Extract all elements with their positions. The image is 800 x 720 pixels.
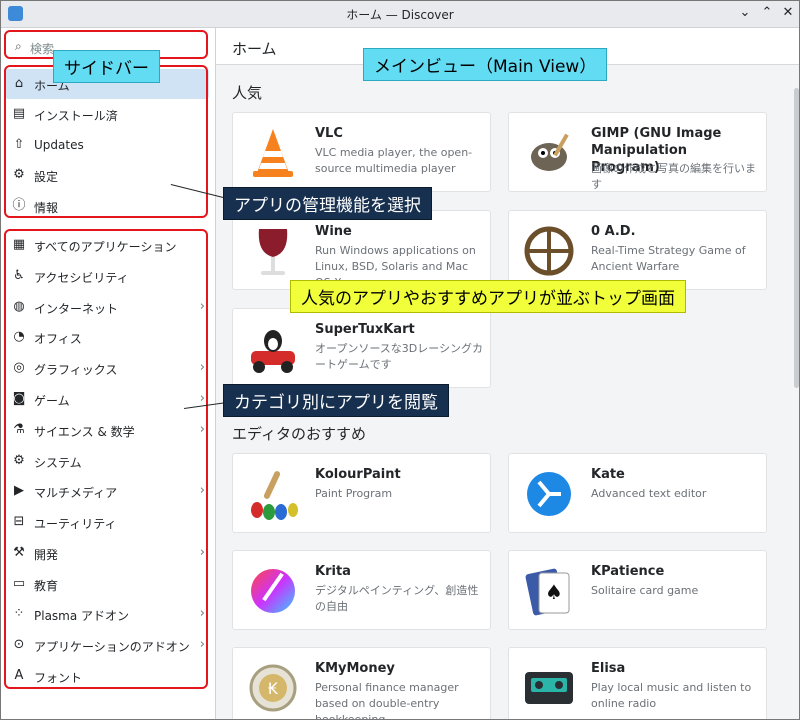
app-card[interactable]: SuperTuxKart オープンソースな3Dレーシングカートゲームです: [232, 308, 491, 388]
category-callout: カテゴリ別にアプリを閲覧: [223, 384, 449, 417]
kmymoney-icon: ₭: [245, 660, 301, 716]
app-description: 画像の作成と写真の編集を行います: [591, 162, 756, 191]
app-card[interactable]: Kate Advanced text editor: [508, 453, 767, 533]
app-description: Solitaire card game: [591, 584, 699, 597]
close-icon[interactable]: ✕: [779, 4, 797, 22]
page-title: ホーム: [232, 40, 277, 58]
app-name: 0 A.D.: [591, 224, 636, 239]
svg-text:₭: ₭: [268, 679, 279, 698]
krita-icon: [245, 563, 301, 619]
app-description: Real-Time Strategy Game of Ancient Warfa…: [591, 244, 746, 273]
app-name: Krita: [315, 564, 351, 579]
app-card[interactable]: Wine Run Windows applications on Linux, B…: [232, 210, 491, 290]
app-card[interactable]: ₭ KMyMoney Personal finance manager based …: [232, 647, 491, 720]
app-card[interactable]: Krita デジタルペインティング、創造性の自由: [232, 550, 491, 630]
app-name: KolourPaint: [315, 467, 401, 482]
app-description: デジタルペインティング、創造性の自由: [315, 584, 479, 613]
vlc-icon: [245, 125, 301, 181]
app-description: Advanced text editor: [591, 487, 707, 500]
app-description: VLC media player, the open-source multim…: [315, 146, 473, 175]
0ad-icon: [521, 223, 577, 279]
app-name: SuperTuxKart: [315, 322, 415, 337]
elisa-icon: [521, 660, 577, 716]
title-bar: ホーム — Discover ⌄ ⌃ ✕: [1, 1, 799, 28]
maximize-icon[interactable]: ⌃: [758, 4, 776, 22]
section-title-popular: 人気: [232, 84, 263, 102]
svg-text:♠: ♠: [545, 580, 563, 604]
discover-window: ホーム — Discover ⌄ ⌃ ✕ ⌕ 検索 ⌂ ホーム ▤ インストール済 ⇧ U…: [0, 0, 800, 720]
app-description: Paint Program: [315, 487, 393, 500]
main-view-callout: メインビュー（Main View）: [363, 48, 608, 81]
wine-icon: [245, 223, 301, 279]
gimp-icon: [521, 125, 577, 181]
app-name: KPatience: [591, 564, 665, 579]
app-name: VLC: [315, 126, 343, 141]
app-name: Kate: [591, 467, 625, 482]
section-title-editors-choice: エディタのおすすめ: [232, 425, 366, 443]
manage-highlight-box: [4, 65, 208, 218]
app-name: KMyMoney: [315, 661, 395, 676]
main-view: ホーム 人気 エディタのおすすめ VLC VLC media player, th…: [216, 28, 799, 720]
top-screen-callout: 人気のアプリやおすすめアプリが並ぶトップ画面: [290, 280, 686, 313]
supertuxkart-icon: [245, 321, 301, 377]
app-description: Play local music and listen to online ra…: [591, 681, 752, 710]
scrollbar[interactable]: [794, 88, 799, 388]
app-description: オープンソースな3Dレーシングカートゲームです: [315, 342, 484, 371]
app-card[interactable]: ♠ KPatience Solitaire card game: [508, 550, 767, 630]
app-card[interactable]: Elisa Play local music and listen to onli…: [508, 647, 767, 719]
app-card[interactable]: VLC VLC media player, the open-source mul…: [232, 112, 491, 192]
app-name: Wine: [315, 224, 352, 239]
minimize-icon[interactable]: ⌄: [736, 4, 754, 22]
sidebar-callout: サイドバー: [53, 50, 160, 83]
app-description: Personal finance manager based on double…: [315, 681, 459, 720]
kate-icon: [521, 466, 577, 522]
app-name: Elisa: [591, 661, 626, 676]
category-highlight-box: [4, 229, 208, 689]
kpatience-icon: ♠: [521, 563, 577, 619]
app-card[interactable]: 0 A.D. Real-Time Strategy Game of Ancient…: [508, 210, 767, 290]
manage-callout: アプリの管理機能を選択: [223, 187, 432, 220]
app-card[interactable]: KolourPaint Paint Program: [232, 453, 491, 533]
app-card[interactable]: GIMP (GNU Image Manipulation Program) 画像の…: [508, 112, 767, 192]
kolourpaint-icon: [245, 466, 301, 522]
window-title: ホーム — Discover: [346, 8, 454, 22]
